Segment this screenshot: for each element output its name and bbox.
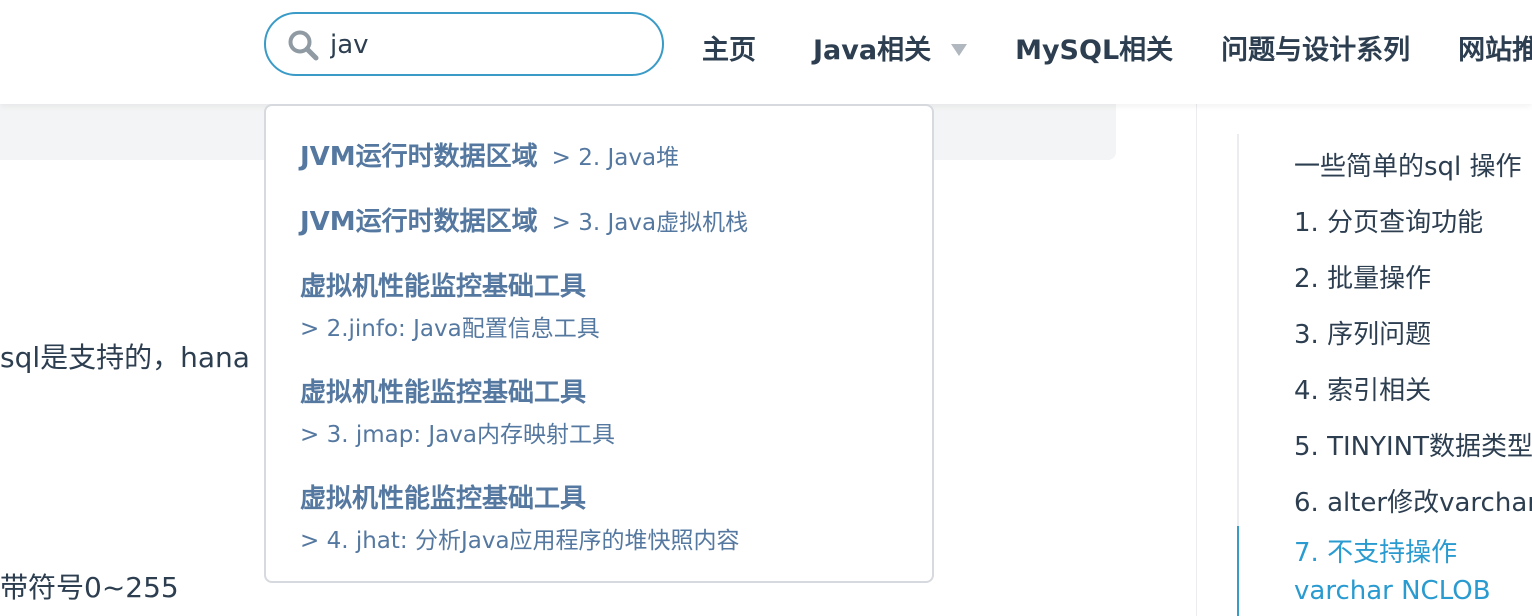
search-suggestions: JVM运行时数据区域 > 2. Java堆 JVM运行时数据区域 > 3. Java…: [264, 104, 934, 583]
nav-item-label: 问题与设计系列: [1221, 35, 1411, 66]
suggestion-item[interactable]: JVM运行时数据区域 > 3. Java虚拟机栈: [300, 201, 748, 238]
nav-item-home[interactable]: 主页: [702, 28, 756, 67]
nav-item-label: MySQL相关: [1015, 35, 1174, 66]
search-input[interactable]: [330, 24, 630, 66]
toc-sidebar: 一些简单的sql 操作 1. 分页查询功能 2. 批量操作 3. 序列问题 4.…: [1196, 104, 1532, 616]
suggestion-title: 虚拟机性能监控基础工具: [300, 484, 587, 514]
suggestion-subtitle: > 4. jhat: 分析Java应用程序的堆快照内容: [300, 528, 740, 554]
nav-links: 主页 Java相关 MySQL相关 问题与设计系列 网站推: [702, 28, 1532, 67]
toc-item[interactable]: 1. 分页查询功能: [1294, 202, 1483, 239]
navbar: 主页 Java相关 MySQL相关 问题与设计系列 网站推: [0, 0, 1532, 104]
suggestion-item[interactable]: 虚拟机性能监控基础工具 > 3. jmap: Java内存映射工具: [300, 372, 615, 449]
nav-item-java-dropdown[interactable]: Java相关: [813, 28, 968, 67]
nav-item-label: 网站推: [1458, 35, 1532, 66]
page: sql是支持的，hana 带符号0~255 一些简单的sql 操作 1. 分页查…: [0, 0, 1532, 616]
nav-item-label: 主页: [702, 35, 756, 66]
toc-item[interactable]: 2. 批量操作: [1294, 258, 1431, 295]
nav-item-label: Java相关: [813, 35, 932, 66]
suggestion-item[interactable]: 虚拟机性能监控基础工具 > 2.jinfo: Java配置信息工具: [300, 266, 600, 343]
suggestion-subtitle: > 2. Java堆: [551, 145, 680, 171]
toc-item[interactable]: 4. 索引相关: [1294, 370, 1431, 407]
suggestion-item[interactable]: 虚拟机性能监控基础工具 > 4. jhat: 分析Java应用程序的堆快照内容: [300, 478, 740, 555]
nav-item-design[interactable]: 问题与设计系列: [1221, 28, 1410, 67]
suggestion-item[interactable]: JVM运行时数据区域 > 2. Java堆: [300, 136, 679, 173]
search-icon: [288, 30, 319, 61]
suggestion-title: JVM运行时数据区域: [300, 207, 538, 237]
search-box[interactable]: [264, 12, 664, 76]
toc-item[interactable]: 3. 序列问题: [1294, 314, 1431, 351]
toc-item[interactable]: 一些简单的sql 操作: [1294, 146, 1522, 183]
toc-active-indicator: [1237, 526, 1239, 616]
content-text-line: 带符号0~255: [0, 571, 179, 604]
nav-item-mysql[interactable]: MySQL相关: [1015, 28, 1173, 67]
nav-item-site[interactable]: 网站推: [1458, 28, 1532, 67]
suggestion-title: 虚拟机性能监控基础工具: [300, 272, 587, 302]
toc-item[interactable]: 5. TINYINT数据类型: [1294, 426, 1532, 463]
suggestion-subtitle: > 3. Java虚拟机栈: [551, 210, 749, 236]
suggestion-subtitle: > 2.jinfo: Java配置信息工具: [300, 316, 600, 342]
toc-item[interactable]: 6. alter修改varchar: [1294, 482, 1532, 519]
suggestion-title: 虚拟机性能监控基础工具: [300, 378, 587, 408]
content-text-line: sql是支持的，hana: [0, 341, 250, 374]
suggestion-subtitle: > 3. jmap: Java内存映射工具: [300, 422, 615, 448]
caret-down-icon: [951, 43, 968, 56]
suggestion-title: JVM运行时数据区域: [300, 142, 538, 172]
toc-item-active[interactable]: 7. 不支持操作varchar NCLOB: [1294, 534, 1532, 610]
